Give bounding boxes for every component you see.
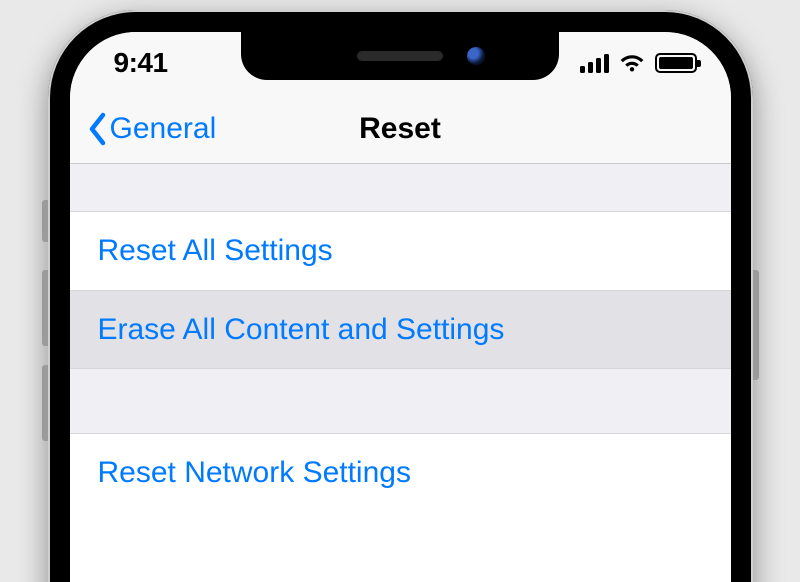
row-label: Reset Network Settings [98, 456, 411, 490]
back-label: General [110, 112, 217, 146]
battery-icon [655, 53, 697, 73]
chevron-left-icon [88, 112, 108, 146]
row-label: Reset All Settings [98, 234, 333, 268]
group-spacer [70, 368, 731, 434]
row-erase-all-content-and-settings[interactable]: Erase All Content and Settings [70, 290, 731, 368]
volume-down-button [42, 365, 48, 441]
screen: 9:41 General Reset [70, 32, 731, 582]
row-reset-network-settings[interactable]: Reset Network Settings [70, 434, 731, 512]
volume-up-button [42, 270, 48, 346]
group-spacer [70, 164, 731, 212]
earpiece-speaker [357, 51, 443, 61]
status-time: 9:41 [114, 47, 168, 79]
side-button [753, 270, 759, 380]
cellular-signal-icon [580, 53, 609, 73]
row-label: Erase All Content and Settings [98, 313, 505, 347]
page-title: Reset [359, 112, 441, 146]
phone-frame: 9:41 General Reset [48, 10, 753, 582]
row-reset-all-settings[interactable]: Reset All Settings [70, 212, 731, 290]
navigation-bar: General Reset [70, 94, 731, 164]
front-camera [467, 47, 485, 65]
mute-switch [42, 200, 48, 242]
back-button[interactable]: General [88, 112, 217, 146]
wifi-icon [619, 53, 645, 73]
status-indicators [580, 53, 697, 73]
notch [241, 32, 559, 80]
